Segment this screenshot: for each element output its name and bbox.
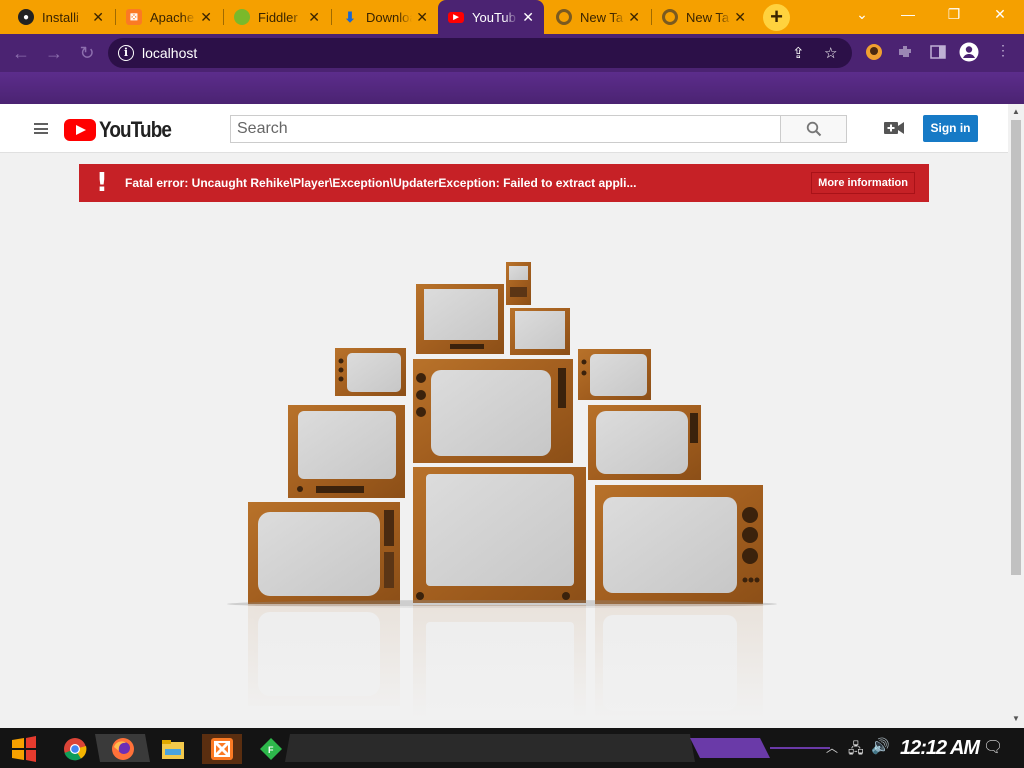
- account-avatar-icon[interactable]: [959, 42, 979, 62]
- menu-icon[interactable]: [34, 123, 48, 134]
- file-explorer-icon[interactable]: [153, 734, 193, 764]
- youtube-wordmark: YouTube: [99, 117, 172, 142]
- tab-label: Installi: [42, 9, 79, 25]
- site-info-icon[interactable]: i: [118, 45, 134, 61]
- close-icon[interactable]: ✕: [308, 9, 320, 25]
- tab-label: Apache: [150, 9, 195, 25]
- fiddler-icon: [234, 9, 250, 25]
- firefox-icon[interactable]: [103, 734, 143, 764]
- close-icon[interactable]: ✕: [416, 9, 428, 25]
- close-icon[interactable]: ✕: [200, 9, 212, 25]
- profile-extension-icon[interactable]: [864, 42, 884, 62]
- page-viewport: YouTube Search Sign in ! Fatal error: Un…: [0, 104, 1024, 728]
- close-icon[interactable]: ✕: [628, 9, 640, 25]
- search-input[interactable]: Search: [230, 115, 781, 143]
- forward-icon[interactable]: →: [43, 42, 65, 64]
- toolbar-band: [0, 72, 1024, 104]
- minimize-icon[interactable]: —: [898, 6, 918, 22]
- youtube-logo[interactable]: YouTube: [64, 117, 183, 143]
- more-information-button[interactable]: More information: [811, 172, 915, 194]
- tab-label: New Ta: [686, 9, 730, 25]
- tab-github[interactable]: ● Installi ✕: [8, 0, 114, 34]
- tab-search-icon[interactable]: ⌄: [852, 6, 872, 23]
- chrome-icon: [662, 9, 678, 25]
- tab-new-2[interactable]: New Ta ✕: [652, 0, 756, 34]
- tab-download[interactable]: ⬇ Downloa ✕: [332, 0, 438, 34]
- xampp-icon[interactable]: [202, 734, 242, 764]
- browser-menu-icon[interactable]: ⋮: [993, 42, 1013, 59]
- extensions-puzzle-icon[interactable]: [896, 42, 916, 62]
- notification-icon[interactable]: 🗨: [983, 737, 1003, 757]
- youtube-icon: ▶: [448, 11, 464, 23]
- svg-text:F: F: [268, 745, 274, 755]
- volume-icon[interactable]: 🔊: [871, 737, 890, 755]
- search-icon: [806, 121, 822, 137]
- tray-chevron-icon[interactable]: ︿: [826, 739, 838, 756]
- close-icon[interactable]: ✕: [92, 9, 104, 25]
- tab-label: Downloa: [366, 9, 412, 25]
- github-icon: ●: [18, 9, 34, 25]
- close-icon[interactable]: ✕: [734, 9, 746, 25]
- bookmark-star-icon[interactable]: ☆: [824, 44, 837, 62]
- new-tab-button[interactable]: +: [763, 4, 790, 31]
- share-icon[interactable]: ⇪: [792, 44, 805, 62]
- reload-icon[interactable]: ↻: [76, 42, 98, 64]
- scroll-down-icon[interactable]: ▼: [1012, 714, 1020, 723]
- broken-tvs-illustration: [220, 262, 790, 718]
- address-text[interactable]: localhost: [142, 45, 197, 61]
- error-alert-icon: !: [96, 168, 108, 198]
- scroll-up-icon[interactable]: ▲: [1012, 107, 1020, 116]
- youtube-play-icon: [64, 119, 96, 141]
- chrome-icon[interactable]: [55, 734, 95, 764]
- address-bar[interactable]: i localhost ⇪ ☆: [108, 38, 852, 68]
- error-message: Fatal error: Uncaught Rehike\Player\Exce…: [125, 176, 637, 190]
- xampp-icon: ⊠: [126, 9, 142, 25]
- fiddler-icon[interactable]: F: [251, 734, 291, 764]
- tab-label: New Ta: [580, 9, 624, 25]
- download-icon: ⬇: [344, 8, 356, 25]
- close-window-icon[interactable]: ✕: [990, 6, 1010, 23]
- clock-time[interactable]: 12:12 AM: [900, 737, 980, 760]
- chrome-icon: [556, 9, 572, 25]
- upload-video-icon[interactable]: [884, 121, 904, 135]
- side-panel-icon[interactable]: [928, 42, 948, 62]
- close-icon[interactable]: ✕: [522, 9, 534, 25]
- restore-icon[interactable]: ❐: [944, 6, 964, 23]
- start-icon[interactable]: [4, 734, 44, 764]
- tab-apache[interactable]: ⊠ Apache ✕: [116, 0, 222, 34]
- network-icon[interactable]: 🖧: [848, 738, 864, 762]
- tab-fiddler[interactable]: Fiddler ✕: [224, 0, 330, 34]
- search-button[interactable]: [780, 115, 847, 143]
- scroll-thumb[interactable]: [1011, 120, 1021, 575]
- windows-taskbar: F ︿ 🖧 🔊 12:12 AM 🗨: [0, 728, 1024, 768]
- back-icon[interactable]: ←: [10, 42, 32, 64]
- youtube-header: YouTube Search Sign in: [0, 104, 1008, 153]
- page-scrollbar[interactable]: ▲ ▼: [1008, 104, 1024, 728]
- sign-in-button[interactable]: Sign in: [923, 115, 978, 142]
- tab-label: Fiddler: [258, 9, 298, 25]
- tab-youtube[interactable]: ▶ YouTub ✕: [438, 0, 544, 34]
- tab-new-1[interactable]: New Ta ✕: [546, 0, 650, 34]
- tab-strip: ● Installi ✕ ⊠ Apache ✕ Fiddler ✕ ⬇ Down…: [0, 0, 1024, 34]
- error-banner: ! Fatal error: Uncaught Rehike\Player\Ex…: [79, 164, 929, 202]
- tab-label: YouTub: [472, 9, 516, 25]
